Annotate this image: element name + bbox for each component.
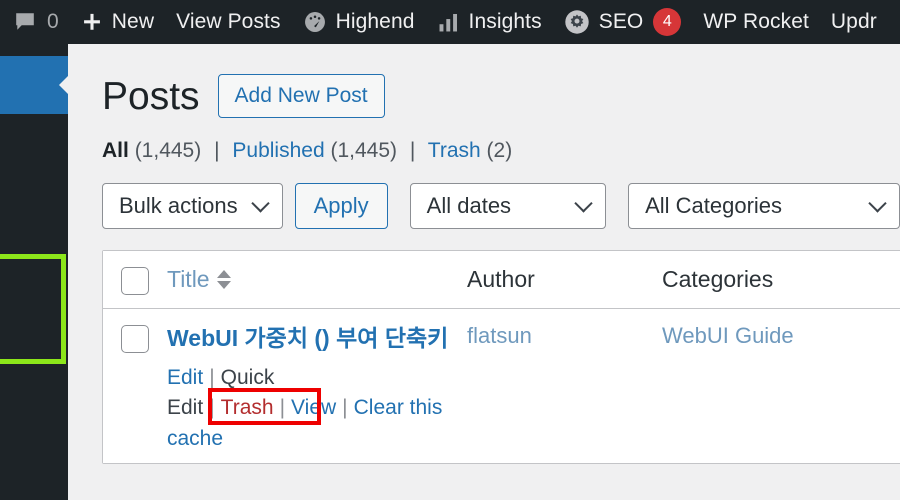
bulk-actions-value: Bulk actions: [119, 193, 238, 218]
table-navigation-top: Bulk actions Apply All dates All Categor…: [68, 163, 900, 229]
add-new-post-button[interactable]: Add New Post: [217, 74, 385, 118]
seo-update-badge: 4: [653, 8, 682, 36]
view-link-trash[interactable]: Trash (2): [428, 139, 512, 162]
date-filter-value: All dates: [426, 193, 512, 218]
chevron-down-icon: [868, 194, 887, 213]
admin-bar-wp-rocket-label: WP Rocket: [703, 10, 809, 33]
admin-bar-seo-label: SEO: [598, 10, 644, 33]
chevron-down-icon: [574, 194, 593, 213]
admin-sidebar-menu: [0, 44, 68, 500]
row-action-edit[interactable]: Edit: [167, 366, 203, 389]
column-header-categories-label: Categories: [662, 266, 774, 292]
admin-bar-updraft-label: Updr: [830, 10, 877, 33]
page-heading-row: Posts Add New Post: [68, 44, 900, 118]
row-action-separator-4: |: [342, 396, 348, 420]
column-header-title[interactable]: Title: [167, 266, 467, 293]
row-select-cell: [103, 323, 167, 353]
view-link-trash-count: (2): [486, 139, 513, 162]
views-separator-2: |: [409, 139, 416, 162]
views-separator-1: |: [214, 139, 220, 162]
chevron-down-icon: [250, 194, 270, 213]
admin-bar-wp-rocket[interactable]: WP Rocket: [692, 0, 820, 44]
admin-bar-highend-label: Highend: [335, 10, 415, 33]
column-header-title-label: Title: [167, 266, 210, 292]
sidebar-item-posts[interactable]: [0, 56, 68, 114]
current-menu-arrow-icon: [59, 76, 68, 94]
row-action-trash[interactable]: Trash: [221, 396, 274, 419]
bar-chart-icon: [437, 11, 460, 34]
select-all-checkbox[interactable]: [121, 266, 149, 295]
admin-bar-highend[interactable]: Highend: [292, 0, 426, 44]
sidebar-item-below[interactable]: [0, 114, 68, 500]
dashboard-gauge-icon: [303, 10, 327, 34]
admin-bar-insights[interactable]: Insights: [426, 0, 553, 44]
apply-bulk-action-button[interactable]: Apply: [294, 183, 388, 229]
admin-bar-view-posts-label: View Posts: [176, 10, 281, 33]
view-link-published-label: Published: [232, 139, 325, 162]
row-action-separator-3: |: [279, 396, 286, 420]
seo-gear-icon: [564, 9, 590, 35]
view-link-published[interactable]: Published (1,445): [232, 139, 402, 162]
category-filter-select[interactable]: All Categories: [628, 183, 900, 229]
select-all-cell: [103, 265, 167, 295]
views-filter-links: All (1,445) | Published (1,445) | Trash …: [68, 118, 900, 163]
view-link-published-count: (1,445): [330, 139, 398, 162]
view-link-all-label: All: [102, 139, 129, 162]
comment-bubble-icon: [14, 11, 36, 33]
sort-arrows-icon: [216, 270, 231, 289]
row-action-view[interactable]: View: [291, 396, 336, 419]
post-category-link[interactable]: WebUI Guide: [662, 323, 794, 348]
view-link-trash-label: Trash: [427, 139, 481, 162]
admin-bar-seo[interactable]: SEO 4: [553, 0, 693, 44]
plus-icon: [81, 11, 103, 33]
bulk-actions-select[interactable]: Bulk actions: [102, 183, 283, 229]
column-header-author[interactable]: Author: [467, 266, 662, 293]
admin-bar-comments[interactable]: 0: [0, 0, 70, 44]
wordpress-admin-screen: 0 New View Posts Highend Insights SEO 4 …: [0, 0, 900, 500]
sidebar-item-above[interactable]: [0, 44, 68, 56]
admin-bar-insights-label: Insights: [468, 10, 542, 33]
table-row: WebUI 가중치 () 부여 단축키 Edit | Quick Edit | Tras…: [103, 309, 900, 463]
row-categories-cell: WebUI Guide: [662, 323, 900, 349]
column-header-author-label: Author: [467, 266, 535, 292]
admin-bar-updraft[interactable]: Updr: [820, 0, 888, 44]
posts-page-content: Posts Add New Post All (1,445) | Publish…: [68, 44, 900, 500]
row-actions: Edit | Quick Edit | Trash | View | Clear this ca…: [167, 363, 467, 454]
admin-bar-comment-count: 0: [47, 10, 59, 33]
row-select-checkbox[interactable]: [121, 325, 149, 353]
admin-bar-view-posts[interactable]: View Posts: [165, 0, 292, 44]
row-action-separator-2: |: [209, 396, 215, 420]
row-author-cell: flatsun: [467, 323, 662, 349]
admin-bar-new-label: New: [111, 10, 155, 33]
category-filter-value: All Categories: [645, 193, 783, 218]
admin-bar: 0 New View Posts Highend Insights SEO 4 …: [0, 0, 900, 44]
row-action-separator-1: |: [209, 366, 215, 390]
column-header-categories[interactable]: Categories: [662, 266, 900, 293]
post-title-link[interactable]: WebUI 가중치 () 부여 단축키: [167, 323, 467, 354]
view-link-all-count: (1,445): [134, 139, 202, 162]
post-author-link[interactable]: flatsun: [467, 323, 532, 348]
view-link-all[interactable]: All (1,445): [102, 139, 207, 162]
posts-list-table: Title Author Categories WebUI 가중치 () 부여 …: [102, 250, 900, 464]
page-title: Posts: [102, 74, 200, 118]
admin-bar-new[interactable]: New: [70, 0, 165, 44]
table-header-row: Title Author Categories: [103, 251, 900, 309]
row-title-cell: WebUI 가중치 () 부여 단축키 Edit | Quick Edit | Tras…: [167, 323, 467, 454]
date-filter-select[interactable]: All dates: [409, 183, 607, 229]
